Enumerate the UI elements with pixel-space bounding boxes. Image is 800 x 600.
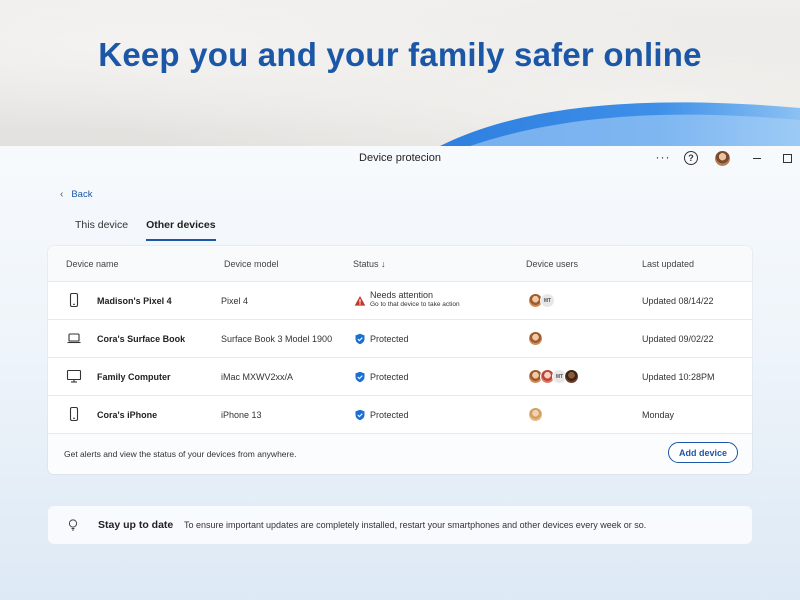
device-name: Cora's Surface Book (97, 334, 186, 344)
device-name: Cora's iPhone (97, 410, 158, 420)
user-initials-avatar: MT (540, 293, 555, 308)
minimize-icon (753, 157, 761, 159)
hero-title: Keep you and your family safer online (98, 36, 702, 73)
chevron-left-icon: ‹ (60, 189, 64, 200)
window-title: Device protecion (359, 152, 441, 164)
device-model: iPhone 13 (221, 410, 262, 420)
last-updated: Updated 08/14/22 (642, 296, 714, 306)
device-users: MT (528, 369, 579, 384)
header-last-updated[interactable]: Last updated (642, 259, 694, 269)
device-name: Family Computer (97, 372, 171, 382)
device-model: Pixel 4 (221, 296, 249, 306)
back-button[interactable]: ‹ Back (60, 189, 92, 200)
device-users: MT (528, 293, 555, 308)
device-status: Protected (370, 410, 409, 420)
desktop-icon (66, 369, 82, 383)
tab-bar: This device Other devices (75, 219, 216, 241)
last-updated: Updated 09/02/22 (642, 334, 714, 344)
help-icon[interactable]: ? (684, 151, 698, 165)
status-label: Needs attention (370, 290, 434, 300)
user-avatar (528, 407, 543, 422)
warning-icon (354, 296, 366, 306)
shield-check-icon (355, 371, 365, 383)
hero-banner: Keep you and your family safer online (0, 0, 800, 146)
account-avatar[interactable] (715, 151, 730, 166)
device-status: Needs attention Go to that device to tak… (370, 290, 460, 308)
header-device-model[interactable]: Device model (224, 259, 279, 269)
hero-wave-decoration (440, 102, 800, 146)
device-status: Protected (370, 334, 409, 344)
header-device-users[interactable]: Device users (526, 259, 578, 269)
back-label: Back (71, 189, 93, 200)
table-row[interactable]: Cora's Surface Book Surface Book 3 Model… (48, 319, 752, 358)
footer-message: Get alerts and view the status of your d… (64, 449, 297, 459)
tab-this-device[interactable]: This device (75, 219, 128, 241)
title-bar: Device protecion ··· ? (0, 146, 800, 170)
laptop-icon (67, 333, 81, 344)
device-model: iMac MXWV2xx/A (221, 372, 294, 382)
user-avatar (564, 369, 579, 384)
maximize-button[interactable] (782, 150, 792, 166)
user-avatar (528, 331, 543, 346)
header-status[interactable]: Status ↓ (353, 259, 386, 269)
app-window: Device protecion ··· ? ‹ Back This devic… (0, 146, 800, 600)
device-name: Madison's Pixel 4 (97, 296, 172, 306)
table-row[interactable]: Madison's Pixel 4 Pixel 4 Needs attentio… (48, 281, 752, 320)
header-device-name[interactable]: Device name (66, 259, 119, 269)
last-updated: Updated 10:28PM (642, 372, 715, 382)
device-status: Protected (370, 372, 409, 382)
phone-icon (69, 406, 79, 422)
more-options-icon[interactable]: ··· (656, 149, 670, 165)
last-updated: Monday (642, 410, 675, 420)
device-users (528, 331, 543, 346)
table-row[interactable]: Family Computer iMac MXWV2xx/A Protected… (48, 357, 752, 396)
maximize-icon (782, 153, 792, 163)
tip-card: Stay up to date To ensure important upda… (48, 506, 752, 544)
table-row[interactable]: Cora's iPhone iPhone 13 Protected Monday (48, 395, 752, 434)
device-users (528, 407, 543, 422)
tip-title: Stay up to date (98, 519, 174, 531)
minimize-button[interactable] (752, 150, 762, 166)
table-header: Device name Device model Status ↓ Device… (48, 246, 752, 282)
shield-check-icon (355, 409, 365, 421)
devices-table: Device name Device model Status ↓ Device… (48, 246, 752, 474)
shield-check-icon (355, 333, 365, 345)
lightbulb-icon (68, 519, 78, 531)
table-footer: Get alerts and view the status of your d… (48, 433, 752, 474)
add-device-button[interactable]: Add device (668, 442, 738, 463)
tip-text: To ensure important updates are complete… (184, 520, 647, 530)
status-sublabel: Go to that device to take action (370, 301, 460, 308)
device-model: Surface Book 3 Model 1900 (221, 334, 333, 344)
tab-other-devices[interactable]: Other devices (146, 219, 216, 241)
phone-icon (69, 292, 79, 308)
